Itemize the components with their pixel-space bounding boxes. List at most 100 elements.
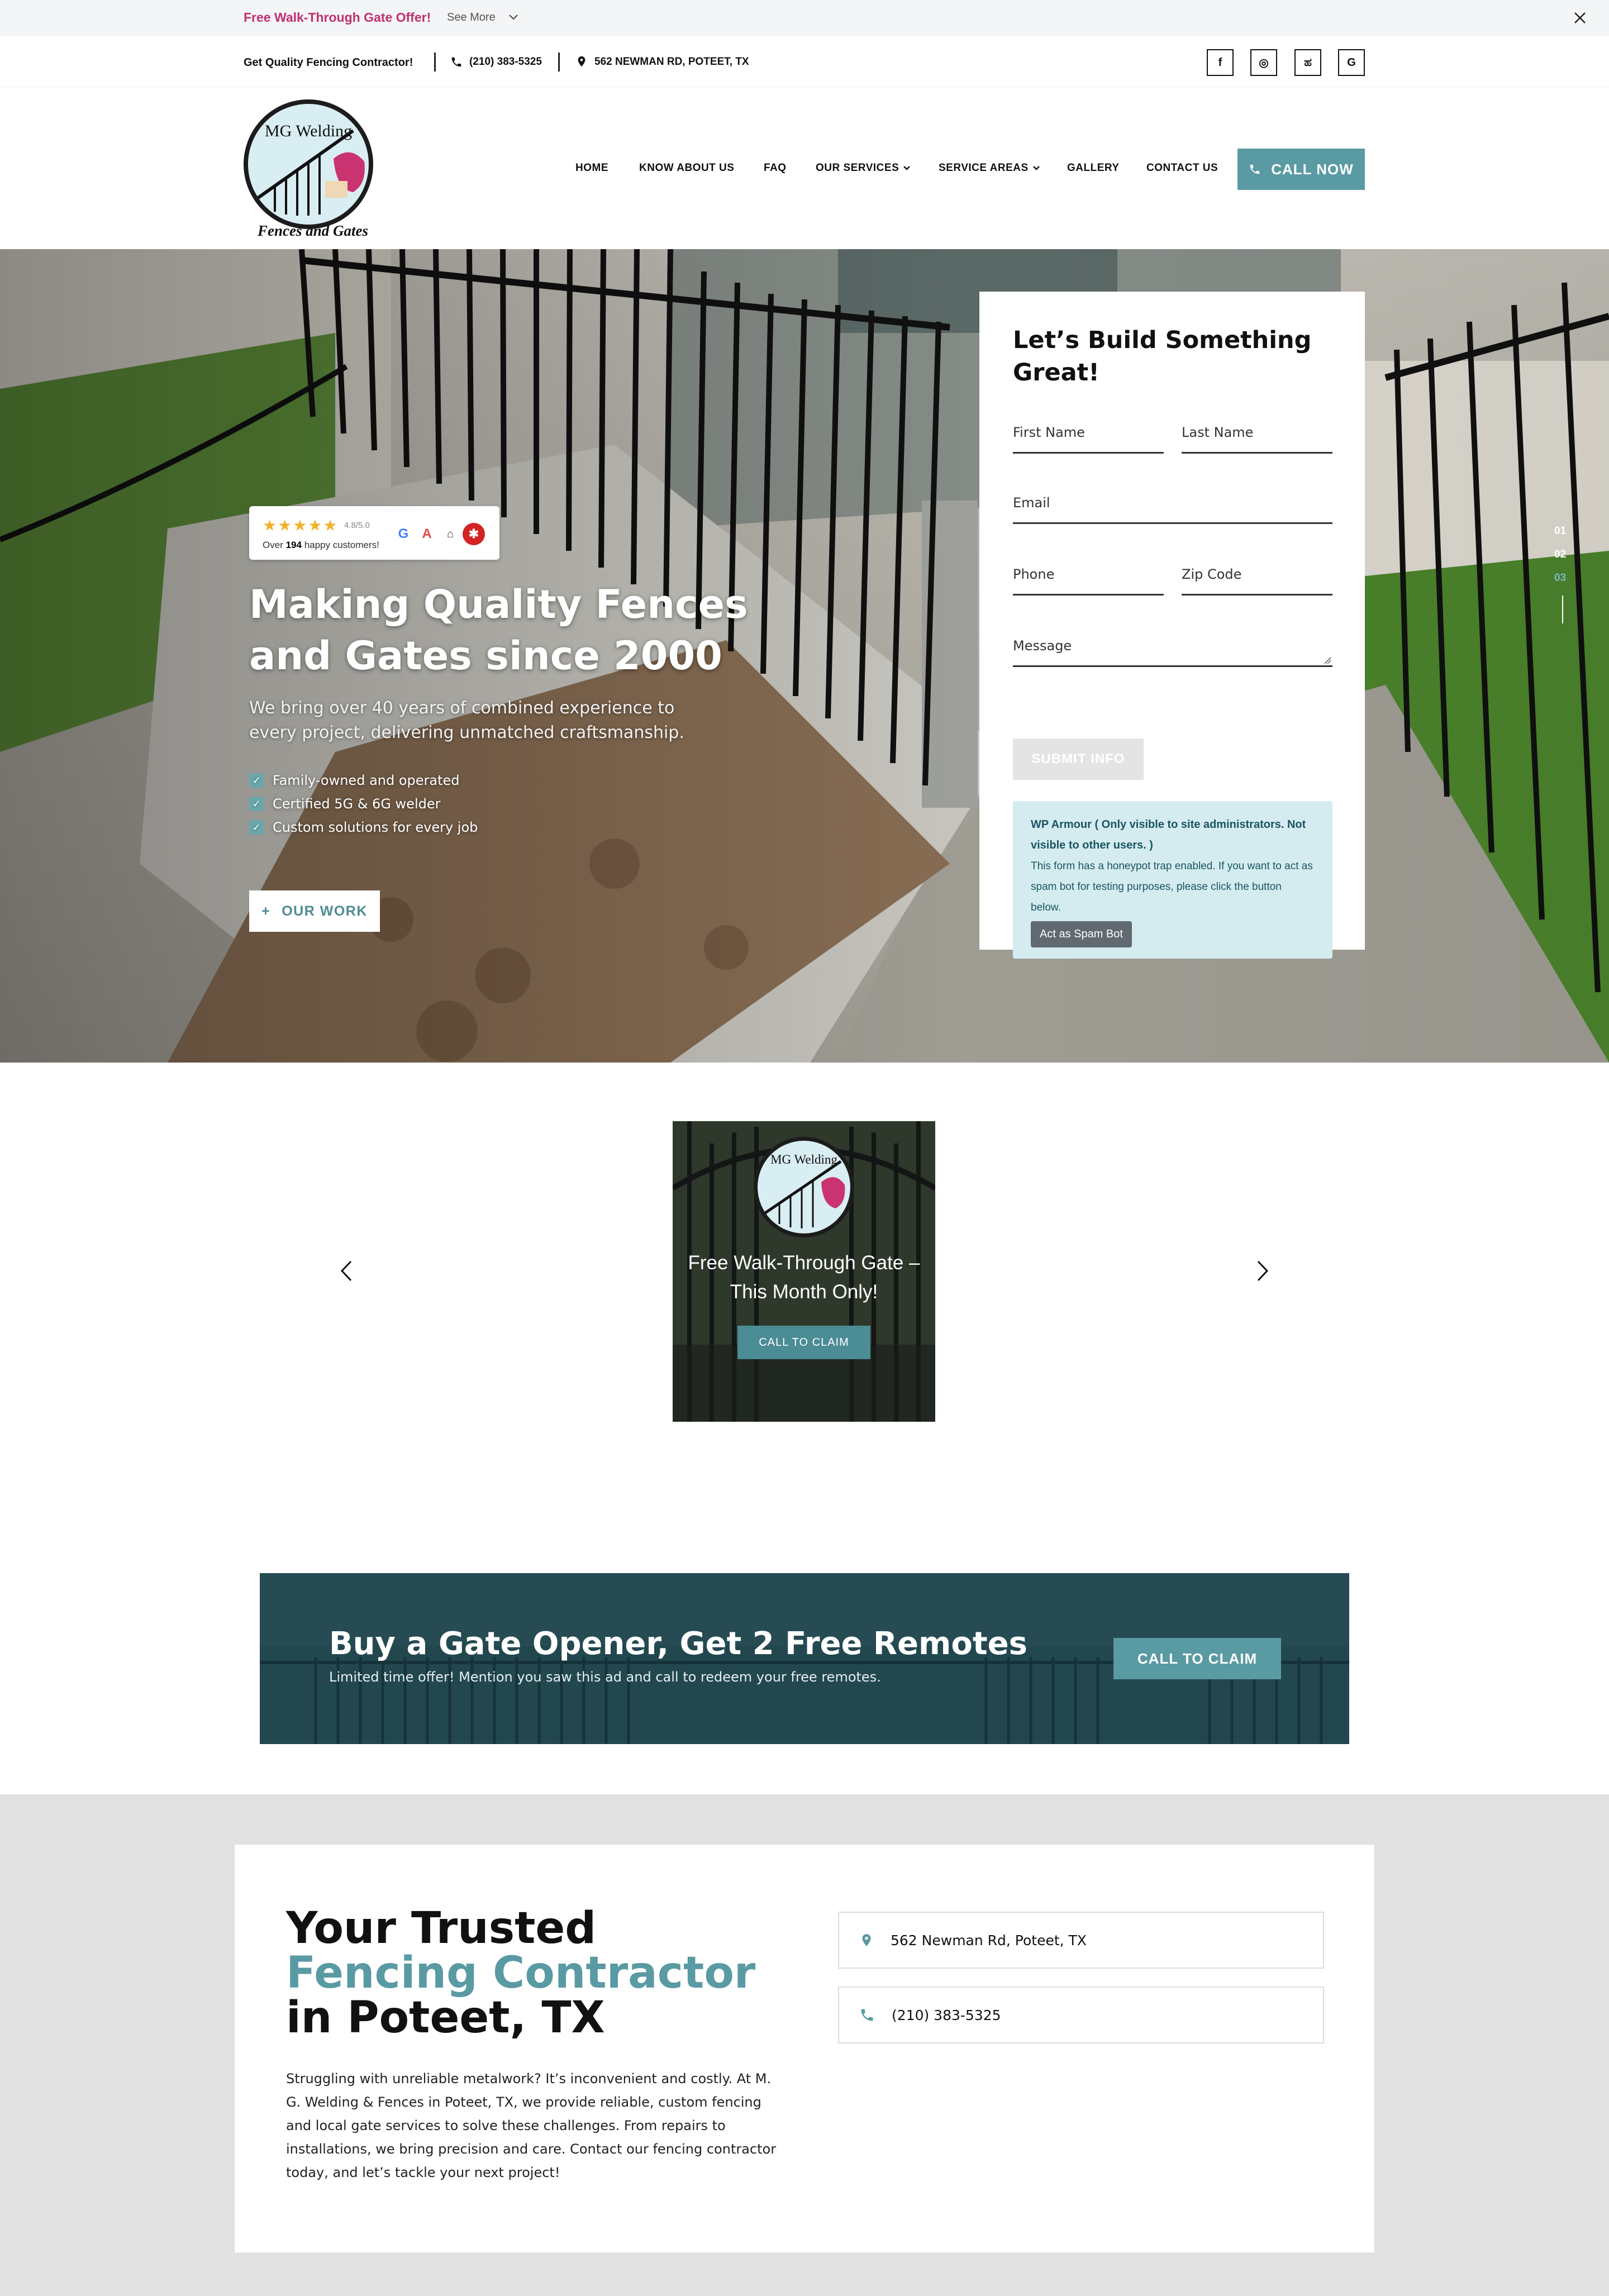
about-section: Your Trusted Fencing Contractor in Potee… [0,1794,1609,2296]
plus-icon: + [261,903,271,919]
nav-our-services[interactable]: OUR SERVICES [816,162,911,174]
message-field[interactable]: Message [1013,638,1332,667]
nav-gallery[interactable]: GALLERY [1067,162,1120,174]
nav-home[interactable]: HOME [575,162,608,174]
list-item: ✓ Certified 5G & 6G welder [249,792,478,816]
rating-customers: Over 194 happy customers! [263,540,379,551]
review-rating-badge[interactable]: ★★★★★ 4.8/5.0 Over 194 happy customers! … [249,506,499,560]
about-paragraph: Struggling with unreliable metalwork? It… [286,2071,777,2180]
wp-armour-notice: WP Armour ( Only visible to site adminis… [1013,801,1332,959]
promo-logo: MG Welding [754,1137,854,1237]
rating-count: 194 [285,540,302,550]
act-as-spam-bot-button[interactable]: Act as Spam Bot [1031,921,1132,947]
phone-icon [451,57,461,67]
phone-placeholder: Phone [1013,566,1055,582]
topbar-phone-link[interactable]: (210) 383-5325 [469,56,542,68]
feature-label: Custom solutions for every job [273,820,478,835]
email-field[interactable]: Email [1013,495,1332,524]
nav-service-areas[interactable]: SERVICE AREAS [939,162,1041,174]
promo-logo-text: MG Welding [770,1152,837,1166]
nav-faq[interactable]: FAQ [764,162,787,174]
rating-stars: ★★★★★ [263,517,339,534]
rating-suffix: happy customers! [304,540,379,550]
chevron-left-icon[interactable] [336,1258,356,1284]
promo-call-to-claim-button[interactable]: CALL TO CLAIM [737,1326,870,1359]
first-name-placeholder: First Name [1013,425,1085,440]
site-header: MG Welding Fences and Gates HOME KNOW AB… [0,87,1609,249]
about-title-part1: Your Trusted [286,1903,597,1954]
instagram-icon[interactable]: ◎ [1250,49,1277,76]
location-pin-icon [578,56,585,67]
feature-label: Certified 5G & 6G welder [273,796,441,812]
call-now-label: CALL NOW [1271,160,1354,178]
chevron-down-icon [903,166,911,170]
promo-slide: MG Welding Free Walk-Through Gate – This… [673,1121,935,1422]
google-icon[interactable]: G [1338,49,1365,76]
yelp-review-icon: ✱ [463,523,485,545]
slide-indicator-line [1562,596,1563,623]
first-name-field[interactable]: First Name [1013,425,1164,454]
main-nav: HOME KNOW ABOUT US FAQ OUR SERVICES SERV… [0,87,1609,249]
list-item: ✓ Family-owned and operated [249,769,478,792]
email-placeholder: Email [1013,495,1050,511]
nav-our-services-label: OUR SERVICES [816,162,899,174]
submit-info-button[interactable]: SUBMIT INFO [1013,739,1144,780]
contact-form: Let’s Build Something Great! First Name … [979,292,1365,959]
checkmark-icon: ✓ [249,820,264,835]
yelp-icon[interactable]: ಹ [1294,49,1321,76]
hero-background-image [0,249,1609,1063]
location-pin-icon [862,1934,871,1946]
resize-handle-icon[interactable] [1322,655,1331,664]
slide-indicator-2[interactable]: 02 [1554,549,1571,572]
address-info-box[interactable]: 562 Newman Rd, Poteet, TX [838,1912,1324,1969]
banner-call-to-claim-button[interactable]: CALL TO CLAIM [1113,1638,1281,1679]
top-contact-bar: Get Quality Fencing Contractor! (210) 38… [0,36,1609,87]
form-title: Let’s Build Something Great! [1013,326,1312,387]
last-name-field[interactable]: Last Name [1182,425,1332,454]
checkmark-icon: ✓ [249,797,264,811]
nav-contact-us[interactable]: CONTACT US [1146,162,1218,174]
gate-opener-banner: Buy a Gate Opener, Get 2 Free Remotes Li… [260,1573,1349,1744]
call-now-button[interactable]: CALL NOW [1237,149,1365,190]
our-work-button[interactable]: + OUR WORK [249,890,380,932]
banner-subtitle: Limited time offer! Mention you saw this… [329,1669,881,1685]
phone-info-box[interactable]: (210) 383-5325 [838,1987,1324,2043]
banner-title: Buy a Gate Opener, Get 2 Free Remotes [329,1626,1027,1662]
promo-title: Free Walk-Through Gate – This Month Only… [688,1252,920,1303]
feature-label: Family-owned and operated [273,773,460,788]
list-item: ✓ Custom solutions for every job [249,816,478,839]
slide-pagination: 01 02 03 [1554,525,1571,596]
divider [558,53,560,72]
checkmark-icon: ✓ [249,773,264,788]
phone-icon [1250,164,1260,174]
chevron-down-icon [1032,166,1040,170]
homeadvisor-icon: ⌂ [446,527,454,540]
divider [434,53,436,72]
phone-icon [861,2009,873,2021]
about-title-part2: in Poteet, TX [286,1993,605,2043]
close-icon[interactable] [1572,10,1588,26]
announcement-offer-link[interactable]: Free Walk-Through Gate Offer! [244,10,431,25]
phone-field[interactable]: Phone [1013,566,1164,596]
google-review-icon: G [398,526,409,541]
hero-title: Making Quality Fences and Gates since 20… [249,582,748,679]
facebook-icon[interactable]: f [1207,49,1234,76]
topbar-address-link[interactable]: 562 NEWMAN RD, POTEET, TX [594,56,749,68]
wp-armour-text: This form has a honeypot trap enabled. I… [1031,860,1313,913]
slide-indicator-3[interactable]: 03 [1554,572,1571,596]
zip-code-field[interactable]: Zip Code [1182,566,1332,596]
message-placeholder: Message [1013,638,1072,654]
chevron-down-icon[interactable] [506,10,521,25]
about-title-accent: Fencing Contractor [286,1948,756,1998]
announcement-bar: Free Walk-Through Gate Offer! See More [0,0,1609,36]
nav-service-areas-label: SERVICE AREAS [939,162,1029,174]
nav-know-about-us[interactable]: KNOW ABOUT US [639,162,734,174]
angi-icon: A [422,526,432,541]
our-work-label: OUR WORK [282,903,368,919]
hero-subtitle: We bring over 40 years of combined exper… [249,698,684,742]
see-more-link[interactable]: See More [447,11,496,24]
rating-prefix: Over [263,540,283,550]
slide-indicator-1[interactable]: 01 [1554,525,1571,549]
chevron-right-icon[interactable] [1253,1258,1273,1284]
hero-feature-list: ✓ Family-owned and operated ✓ Certified 5G… [249,769,478,839]
